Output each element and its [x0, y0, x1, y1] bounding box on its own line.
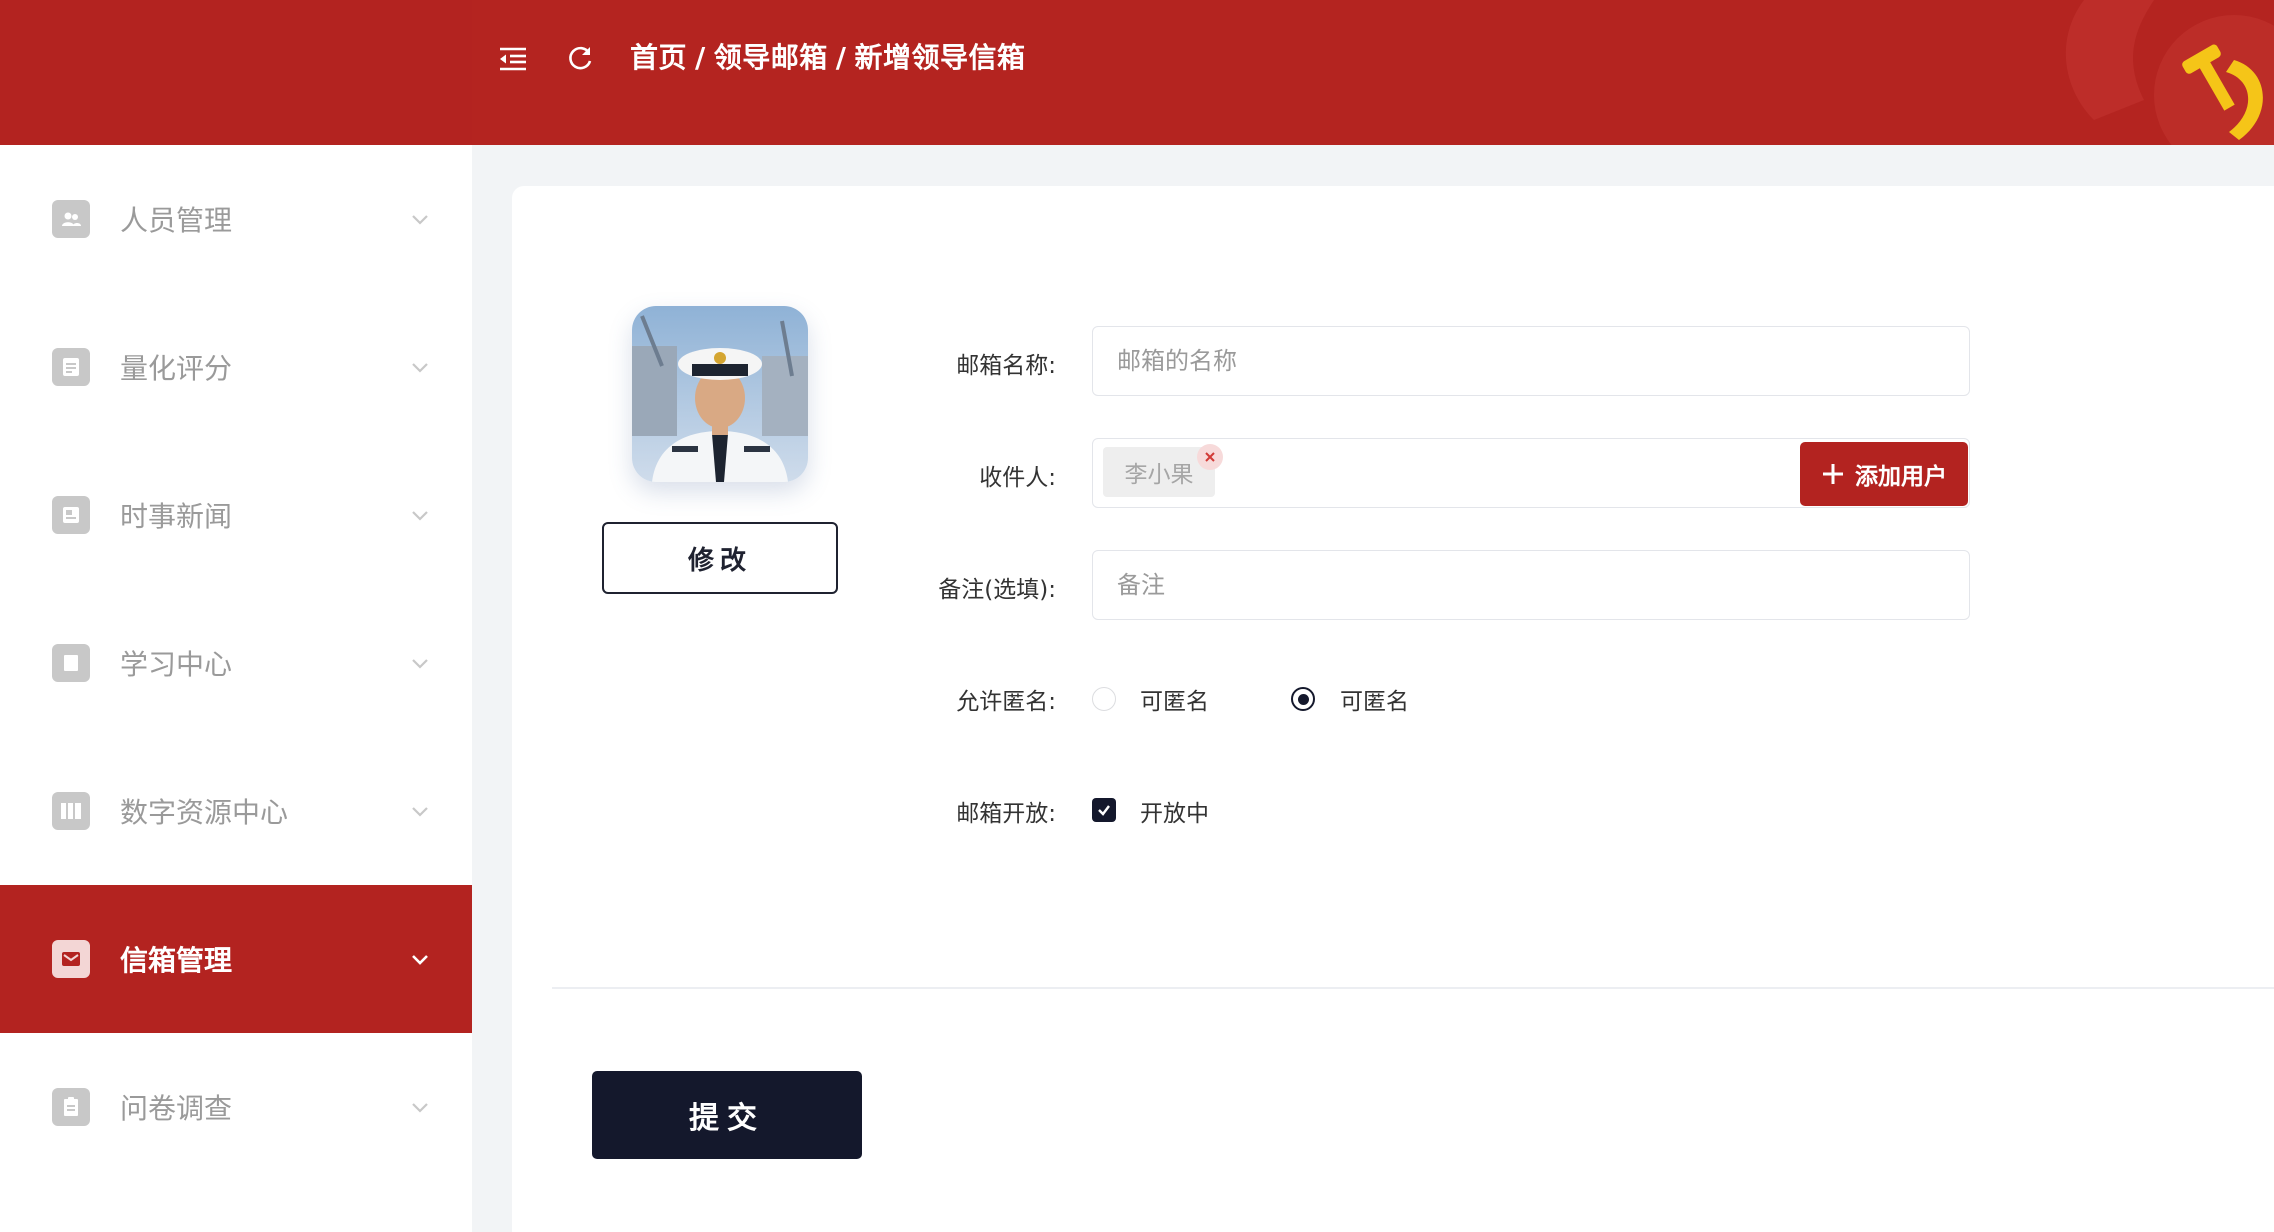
sidebar-item-label: 学习中心 — [120, 648, 233, 681]
anonymous-radio-2[interactable] — [1291, 687, 1315, 711]
mailbox-name-label: 邮箱名称: — [956, 353, 1056, 379]
breadcrumb-current: 新增领导信箱 — [854, 41, 1026, 74]
anonymous-radio-1[interactable] — [1092, 687, 1116, 711]
breadcrumb-leader-mailbox[interactable]: 领导邮箱 — [714, 41, 828, 74]
sidebar-item-scoring[interactable]: 量化评分 — [0, 293, 472, 441]
anonymous-option-label: 可匿名 — [1340, 689, 1409, 715]
sidebar-item-digital-resources[interactable]: 数字资源中心 — [0, 737, 472, 885]
chevron-down-icon — [412, 511, 428, 521]
anonymous-label: 允许匿名: — [956, 689, 1056, 715]
mailbox-open-checkbox[interactable] — [1092, 798, 1116, 822]
chevron-down-icon — [412, 1103, 428, 1113]
sidebar-item-news[interactable]: 时事新闻 — [0, 441, 472, 589]
sidebar-item-study[interactable]: 学习中心 — [0, 589, 472, 737]
chevron-down-icon — [412, 363, 428, 373]
brand-area — [0, 0, 472, 145]
chevron-down-icon — [412, 215, 428, 225]
avatar — [632, 306, 808, 482]
breadcrumb-home[interactable]: 首页 — [630, 41, 687, 74]
sidebar-item-survey[interactable]: 问卷调查 — [0, 1033, 472, 1181]
add-user-button[interactable]: 添加用户 — [1800, 442, 1968, 506]
sidebar-item-label: 数字资源中心 — [120, 796, 289, 829]
top-bar: 首页 / 领导邮箱 / 新增领导信箱 — [0, 0, 2274, 145]
sidebar: 人员管理 量化评分 时事新闻 学习中心 数字资源中心 信箱管理 问卷调查 — [0, 145, 472, 1232]
news-icon — [52, 496, 90, 534]
users-icon — [52, 200, 90, 238]
breadcrumb: 首页 / 领导邮箱 / 新增领导信箱 — [630, 36, 1026, 76]
menu-collapse-icon[interactable] — [498, 44, 528, 74]
sidebar-item-label: 时事新闻 — [120, 500, 233, 533]
edit-avatar-button[interactable]: 修改 — [602, 522, 838, 594]
refresh-icon[interactable] — [565, 44, 595, 74]
mailbox-open-option-label: 开放中 — [1140, 801, 1209, 827]
divider — [552, 987, 2274, 989]
anonymous-option-label: 可匿名 — [1140, 689, 1209, 715]
chevron-down-icon — [412, 659, 428, 669]
submit-button[interactable]: 提交 — [592, 1071, 862, 1159]
breadcrumb-separator: / — [835, 41, 847, 74]
sidebar-item-label: 量化评分 — [120, 352, 233, 385]
remark-input[interactable] — [1092, 550, 1970, 620]
survey-icon — [52, 1088, 90, 1126]
chevron-down-icon — [412, 807, 428, 817]
add-user-label: 添加用户 — [1855, 464, 1947, 490]
party-emblem-decoration — [2065, 0, 2274, 145]
sidebar-item-label: 问卷调查 — [120, 1092, 233, 1125]
resource-icon — [52, 792, 90, 830]
mailbox-name-input[interactable] — [1092, 326, 1970, 396]
check-icon — [1098, 805, 1110, 816]
recipient-label: 收件人: — [979, 465, 1056, 491]
chevron-down-icon — [412, 955, 428, 965]
remark-label: 备注(选填): — [938, 577, 1056, 603]
book-icon — [52, 644, 90, 682]
mail-icon — [52, 940, 90, 978]
close-icon[interactable] — [1197, 444, 1223, 470]
sidebar-item-personnel[interactable]: 人员管理 — [0, 145, 472, 293]
mailbox-open-label: 邮箱开放: — [956, 801, 1056, 827]
breadcrumb-separator: / — [695, 41, 706, 74]
sidebar-item-label: 信箱管理 — [120, 944, 233, 977]
sidebar-item-mailbox-management[interactable]: 信箱管理 — [0, 885, 472, 1033]
plus-icon — [1823, 464, 1843, 484]
sidebar-item-label: 人员管理 — [120, 204, 233, 237]
score-icon — [52, 348, 90, 386]
